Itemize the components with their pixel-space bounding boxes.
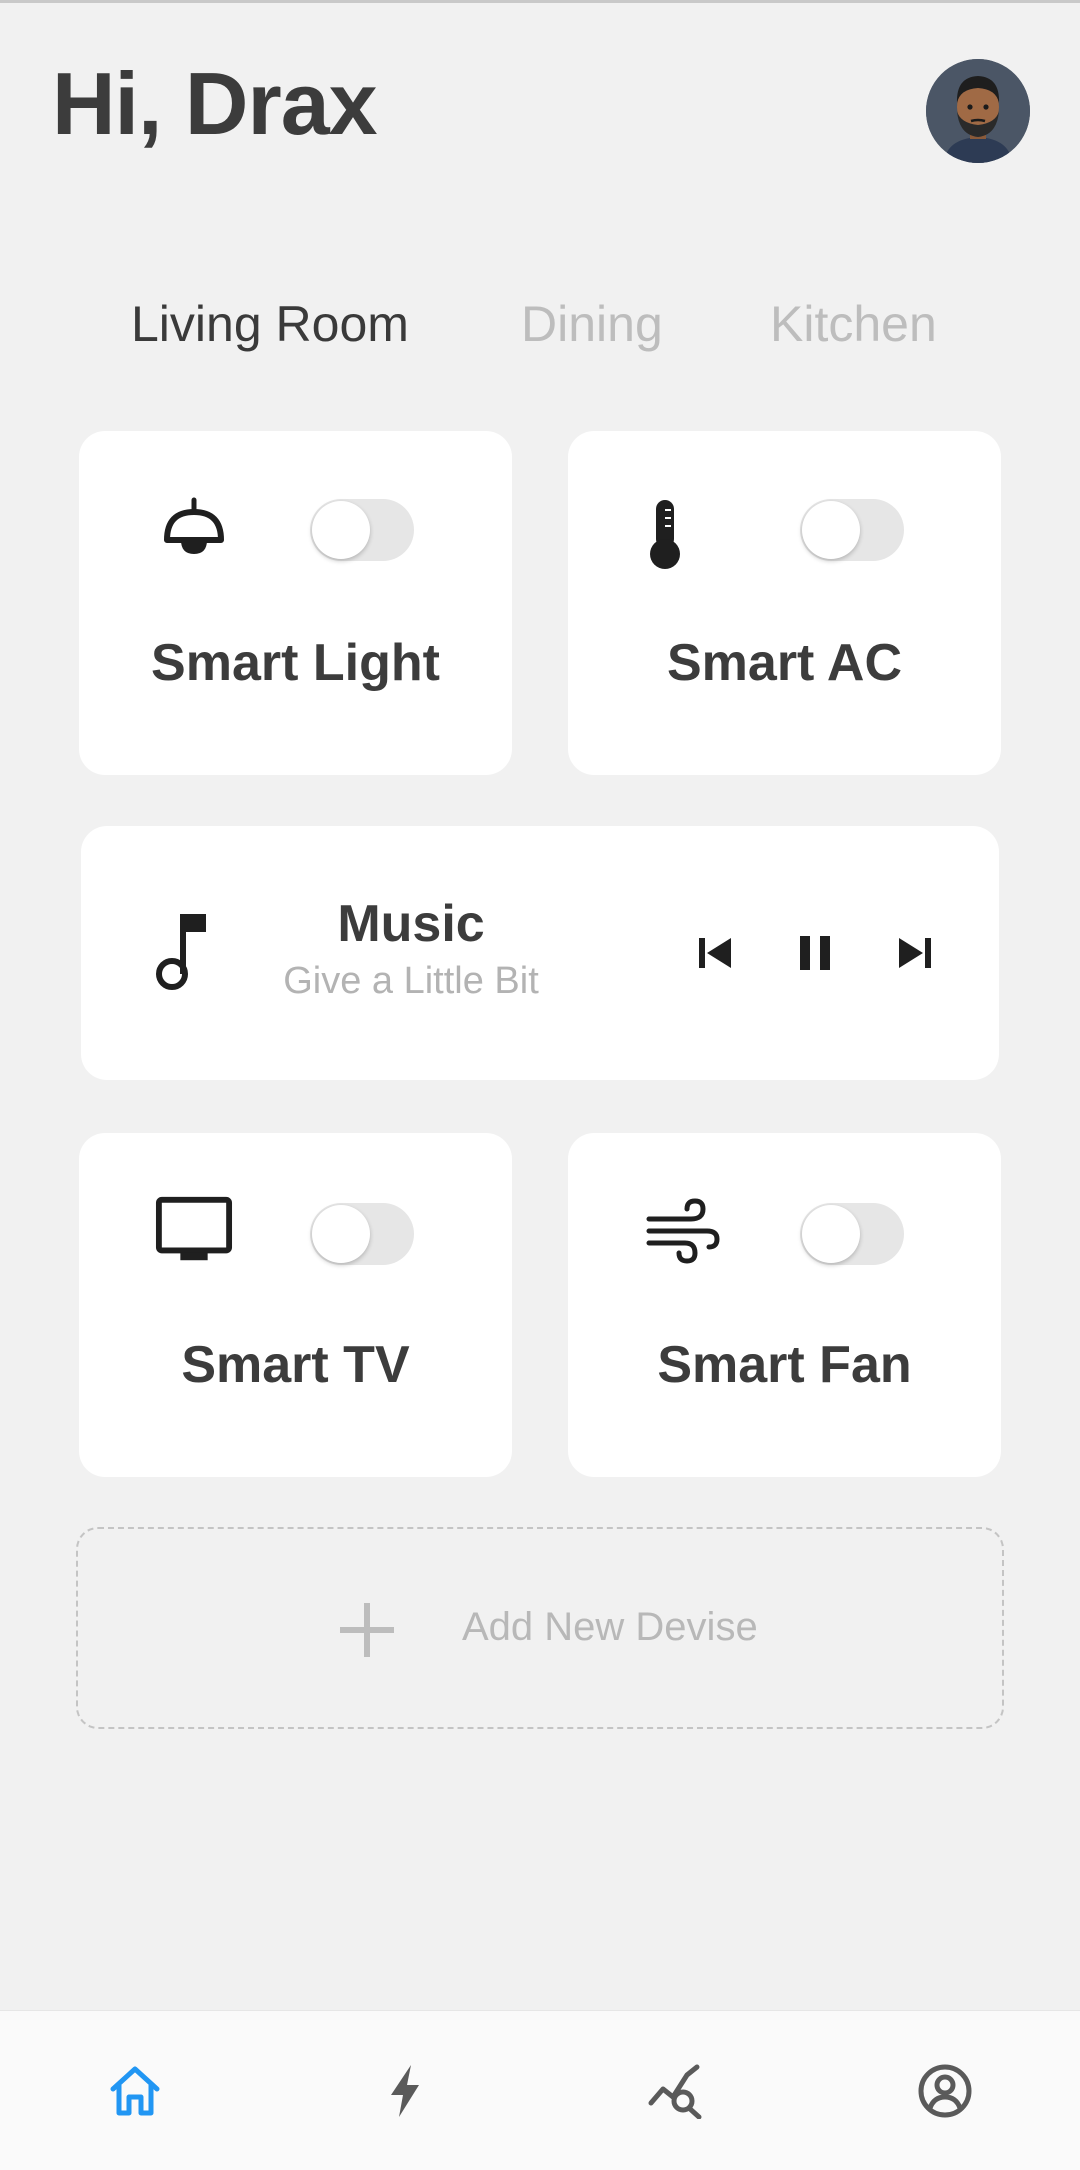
room-tabs: Living Room Dining Kitchen (0, 295, 1080, 355)
smart-ac-label: Smart AC (666, 634, 902, 692)
plus-icon (336, 1599, 398, 1661)
smart-tv-label: Smart TV (181, 1336, 410, 1394)
toggle-knob (312, 1205, 370, 1263)
music-track-name: Give a Little Bit (283, 960, 539, 1002)
music-note-icon (145, 912, 223, 990)
home-icon[interactable] (103, 2059, 167, 2123)
lamp-icon (155, 492, 233, 570)
music-title: Music (337, 895, 485, 953)
add-new-device-button[interactable]: Add New Devise (76, 1527, 1004, 1729)
add-new-device-label: Add New Devise (462, 1605, 758, 1649)
skip-previous-icon[interactable] (685, 923, 745, 983)
skip-next-icon[interactable] (885, 923, 945, 983)
greeting-title: Hi, Drax (52, 54, 378, 153)
bolt-icon[interactable] (373, 2059, 437, 2123)
device-card-smart-tv[interactable]: Smart TV (79, 1133, 512, 1477)
smart-fan-label: Smart Fan (657, 1336, 912, 1394)
smart-fan-toggle[interactable] (800, 1203, 904, 1265)
tab-living-room[interactable]: Living Room (131, 295, 409, 353)
tab-kitchen[interactable]: Kitchen (770, 295, 937, 353)
smart-ac-toggle[interactable] (800, 499, 904, 561)
tv-icon (155, 1191, 233, 1269)
wind-icon (644, 1193, 722, 1271)
music-player-card[interactable]: Music Give a Little Bit (81, 826, 999, 1080)
profile-icon[interactable] (913, 2059, 977, 2123)
pause-icon[interactable] (785, 923, 845, 983)
app-screen: Hi, Drax Living Room Dining Kitchen Smar… (0, 0, 1080, 2170)
device-card-smart-light[interactable]: Smart Light (79, 431, 512, 775)
smart-tv-toggle[interactable] (310, 1203, 414, 1265)
device-card-smart-ac[interactable]: Smart AC (568, 431, 1001, 775)
tab-dining[interactable]: Dining (521, 295, 663, 353)
toggle-knob (802, 501, 860, 559)
thermometer-icon (626, 495, 704, 573)
smart-light-toggle[interactable] (310, 499, 414, 561)
toggle-knob (802, 1205, 860, 1263)
device-card-smart-fan[interactable]: Smart Fan (568, 1133, 1001, 1477)
smart-light-label: Smart Light (151, 634, 440, 692)
bottom-navigation (0, 2010, 1080, 2170)
analytics-icon[interactable] (645, 2059, 709, 2123)
avatar-illustration (926, 59, 1030, 163)
toggle-knob (312, 501, 370, 559)
user-avatar[interactable] (926, 59, 1030, 163)
